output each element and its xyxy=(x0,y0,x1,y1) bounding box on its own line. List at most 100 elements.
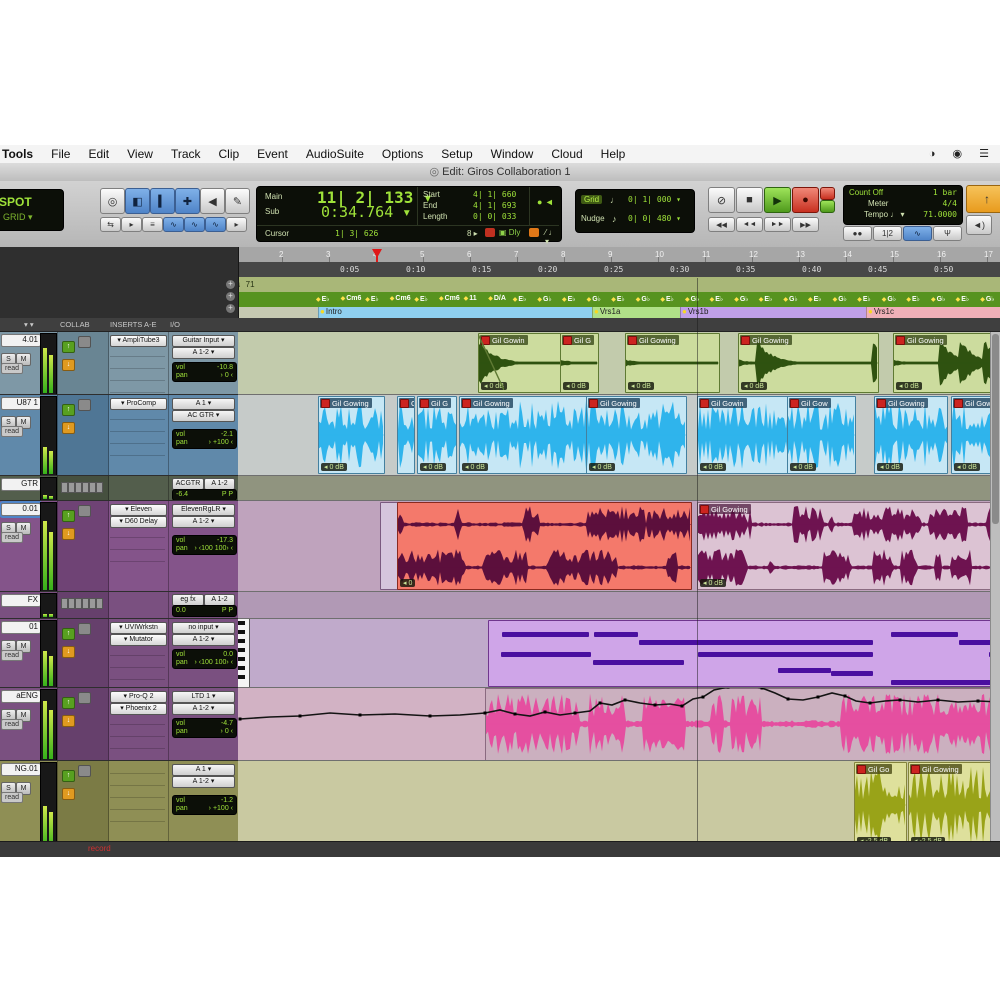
track-name-NG.01[interactable]: NG.01 xyxy=(1,763,41,776)
note-chip[interactable]: ⁄ ♩ ▾ xyxy=(545,228,561,246)
chord-23[interactable]: ◆G♭ xyxy=(882,295,896,303)
quickpunch-toggle[interactable] xyxy=(820,200,835,213)
collab-badge-0[interactable]: ↑ xyxy=(62,697,75,709)
io-output[interactable]: A 1-2 ▾ xyxy=(172,634,235,646)
marker-pre[interactable] xyxy=(238,307,319,318)
trim-tool[interactable]: ◧ xyxy=(125,188,150,214)
chord-4[interactable]: ◆E♭ xyxy=(414,295,428,303)
insert-Phoenix 2[interactable]: ▾ Phoenix 2 xyxy=(110,703,167,715)
zoom-preset-3[interactable]: ∿ xyxy=(205,217,226,232)
midi-clip[interactable] xyxy=(488,620,1000,687)
pre-roll-icon[interactable]: ● ◄ xyxy=(537,197,554,207)
vol-pan-display[interactable]: vol-17.3pan› ‹100 100› ‹ xyxy=(172,535,237,555)
conductor-button[interactable]: Ψ xyxy=(933,226,962,241)
insert-D60 Delay[interactable]: ▾ D60 Delay xyxy=(110,516,167,528)
stop-button[interactable]: ■ xyxy=(736,187,763,213)
insert-slot-empty[interactable] xyxy=(110,359,165,369)
clip-U87 1-7[interactable]: Gil Gowing◂ 0 dB xyxy=(874,396,948,474)
collab-badge-2[interactable]: ↓ xyxy=(62,646,75,658)
insert-slot-empty[interactable] xyxy=(110,776,165,786)
collab-badge-1[interactable] xyxy=(78,623,91,635)
chord-0[interactable]: ◆E♭ xyxy=(316,295,330,303)
collab-badge-0[interactable]: ↑ xyxy=(62,770,75,782)
view-selector-arrows[interactable]: ▾ ▾ xyxy=(24,320,34,329)
chord-26[interactable]: ◆E♭ xyxy=(956,295,970,303)
insert-slot-empty[interactable] xyxy=(110,788,165,798)
chord-19[interactable]: ◆G♭ xyxy=(783,295,797,303)
midi-note-6[interactable] xyxy=(778,668,831,673)
clip-gain-badge[interactable]: ◂ 0 dB xyxy=(321,463,347,471)
io-output[interactable]: A 1-2 ▾ xyxy=(172,347,235,359)
collab-badge-0[interactable]: ↑ xyxy=(62,510,75,522)
insert-slot-empty[interactable] xyxy=(110,446,165,456)
pan-toggles[interactable]: P P xyxy=(222,607,233,615)
insert-slot-empty[interactable] xyxy=(110,552,165,562)
clip-gain-badge[interactable]: ◂ 0 dB xyxy=(954,463,980,471)
menu-clip[interactable]: Clip xyxy=(210,147,249,161)
zoom-in-horizontal[interactable]: ▸ xyxy=(121,217,142,232)
metronome-button[interactable]: ●● xyxy=(843,226,872,241)
transport-nav-1[interactable]: ◄◄ xyxy=(736,217,763,232)
vol-pan-display[interactable]: vol-1.2pan› +100 ‹ xyxy=(172,795,237,815)
io-output[interactable]: A 1-2 ▾ xyxy=(172,776,235,788)
status-chip-orange[interactable] xyxy=(529,228,539,237)
collab-badge-2[interactable]: ↓ xyxy=(62,359,75,371)
clip-gain-badge[interactable]: ◂ 0 dB xyxy=(700,463,726,471)
menu-cloud[interactable]: Cloud xyxy=(542,147,591,161)
chord-2[interactable]: ◆E♭ xyxy=(365,295,379,303)
clip-NG.01-1[interactable]: Gil Gowing◂ -2.5 dB xyxy=(908,762,1000,848)
chord-3[interactable]: ◆Cm6 xyxy=(390,295,411,302)
clip-gain-badge[interactable]: ◂ 0 dB xyxy=(628,382,654,390)
track-lane-aENG[interactable] xyxy=(238,688,1000,761)
pan-toggles[interactable]: P P xyxy=(222,491,233,499)
clip-right[interactable]: Gil Gowing◂ 0 dB xyxy=(697,502,1000,590)
insert-slot-empty[interactable] xyxy=(110,371,165,381)
edit-mode-display[interactable]: SPOTGRID ▾ xyxy=(0,189,64,231)
menu-setup[interactable]: Setup xyxy=(432,147,481,161)
tempo-map-button[interactable]: ∿ xyxy=(903,226,932,241)
collab-badge-0[interactable]: ↑ xyxy=(62,628,75,640)
chord-20[interactable]: ◆E♭ xyxy=(808,295,822,303)
marker-Vrs1c[interactable]: ●Vrs1c xyxy=(866,307,1000,318)
collab-badge-1[interactable] xyxy=(78,692,91,704)
play-button[interactable]: ▶ xyxy=(764,187,791,213)
loop-record-toggle[interactable] xyxy=(820,187,835,200)
delay-comp-chip[interactable]: ▣ Dly xyxy=(499,228,520,237)
track-lane-U87 1[interactable]: Gil Gowing◂ 0 dBGilGil G◂ 0 dBGil Gowing… xyxy=(238,395,1000,476)
chord-17[interactable]: ◆G♭ xyxy=(734,295,748,303)
midi-note-1[interactable] xyxy=(594,632,638,637)
insert-UVIWrkstn[interactable]: ▾ UVIWrkstn xyxy=(110,622,167,634)
menu-window[interactable]: Window xyxy=(482,147,543,161)
marker-Vrs1a[interactable]: ●Vrs1a xyxy=(592,307,681,318)
marker-Vrs1b[interactable]: ●Vrs1b xyxy=(680,307,867,318)
chord-1[interactable]: ◆Cm6 xyxy=(341,295,362,302)
track-lane-NG.01[interactable]: Gil Go◂ -2.5 dBGil Gowing◂ -2.5 dB xyxy=(238,761,1000,850)
automation-mode-read[interactable]: read xyxy=(1,719,23,730)
transport-nav-2[interactable]: ►► xyxy=(764,217,791,232)
track-name-0.01[interactable]: 0.01 xyxy=(1,503,41,516)
clip-gain-badge[interactable]: ◂ 0 dB xyxy=(700,579,726,587)
grabber-tool[interactable]: ✚ xyxy=(175,188,200,214)
chord-13[interactable]: ◆G♭ xyxy=(636,295,650,303)
chord-10[interactable]: ◆E♭ xyxy=(562,295,576,303)
menu-edit[interactable]: Edit xyxy=(79,147,118,161)
vol-pan-display[interactable]: vol-4.7pan› 0 ‹ xyxy=(172,718,237,738)
clip-gain-badge[interactable]: ◂ 0 dB xyxy=(420,463,446,471)
chord-18[interactable]: ◆E♭ xyxy=(759,295,773,303)
midi-note-11[interactable] xyxy=(891,680,1000,685)
clip-gain-badge[interactable]: ◂ 0 dB xyxy=(877,463,903,471)
record-button[interactable]: ● xyxy=(792,187,819,213)
zoom-preset-2[interactable]: ∿ xyxy=(184,217,205,232)
midi-note-7[interactable] xyxy=(831,671,873,676)
io-input[interactable]: no input ▾ xyxy=(172,622,235,634)
vertical-scrollbar[interactable] xyxy=(990,332,1000,841)
count-in-button[interactable]: 1|2 xyxy=(873,226,902,241)
io-input[interactable]: A 1 ▾ xyxy=(172,764,235,776)
vol-display[interactable]: -6.4P P xyxy=(172,489,237,501)
midi-note-4[interactable] xyxy=(698,652,873,657)
zoom-tool[interactable]: ◎ xyxy=(100,188,125,214)
clip-U87 1-2[interactable]: Gil G◂ 0 dB xyxy=(417,396,457,474)
io-input[interactable]: LTD 1 ▾ xyxy=(172,691,235,703)
insert-slot-empty[interactable] xyxy=(110,540,165,550)
pencil-tool[interactable]: ✎ xyxy=(225,188,250,214)
